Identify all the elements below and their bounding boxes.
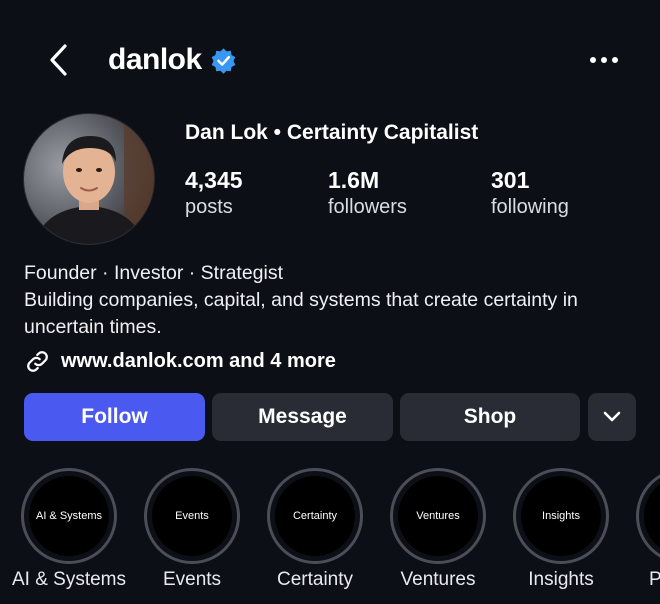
- followers-count: 1.6M: [328, 167, 380, 193]
- bio-description: Building companies, capital, and systems…: [24, 289, 578, 338]
- suggested-dropdown-button[interactable]: [588, 393, 636, 441]
- highlight-ring: AI & Systems: [21, 468, 117, 564]
- profile-header: danlok: [0, 0, 660, 118]
- highlight-label: Certainty: [276, 569, 354, 590]
- highlight-label: Insights: [528, 569, 594, 590]
- highlight-label: P: [649, 569, 660, 590]
- highlight-insights[interactable]: Insights: [513, 468, 609, 564]
- username: danlok: [108, 43, 202, 76]
- chevron-left-icon: [50, 44, 67, 76]
- highlight-cover-text: Ventures: [398, 476, 478, 556]
- back-button[interactable]: [38, 38, 78, 82]
- highlight-label: Ventures: [400, 569, 476, 590]
- more-horizontal-icon: [590, 57, 618, 63]
- posts-count: 4,345: [185, 167, 243, 193]
- avatar[interactable]: [23, 113, 155, 245]
- highlight-ring: Ventures: [390, 468, 486, 564]
- highlight-partial[interactable]: [636, 468, 660, 564]
- chevron-down-icon: [603, 411, 621, 422]
- highlight-certainty[interactable]: Certainty: [267, 468, 363, 564]
- following-label: following: [491, 196, 569, 218]
- highlight-cover-text: AI & Systems: [29, 476, 109, 556]
- highlight-ring: [636, 468, 660, 564]
- follow-button[interactable]: Follow: [24, 393, 205, 441]
- shop-button[interactable]: Shop: [400, 393, 580, 441]
- posts-label: posts: [185, 196, 233, 218]
- external-link[interactable]: www.danlok.com and 4 more: [24, 346, 336, 376]
- display-name: Dan Lok • Certainty Capitalist: [185, 121, 479, 144]
- following-stat[interactable]: 301 following: [491, 166, 569, 220]
- username-row: danlok: [108, 38, 237, 82]
- highlight-cover-text: Events: [152, 476, 232, 556]
- bio-roles: Founder · Investor · Strategist: [24, 262, 284, 284]
- highlight-label: AI & Systems: [11, 569, 127, 590]
- more-options-button[interactable]: [584, 40, 624, 80]
- posts-stat[interactable]: 4,345 posts: [185, 166, 243, 220]
- followers-stat[interactable]: 1.6M followers: [328, 166, 407, 220]
- highlight-ventures[interactable]: Ventures: [390, 468, 486, 564]
- highlight-ring: Insights: [513, 468, 609, 564]
- highlight-cover-text: Certainty: [275, 476, 355, 556]
- highlight-cover-text: [644, 476, 660, 556]
- highlight-ai-systems[interactable]: AI & Systems: [21, 468, 117, 564]
- highlight-ring: Certainty: [267, 468, 363, 564]
- highlight-ring: Events: [144, 468, 240, 564]
- highlight-cover-text: Insights: [521, 476, 601, 556]
- followers-label: followers: [328, 196, 407, 218]
- verified-badge-icon: [210, 47, 237, 74]
- highlight-events[interactable]: Events: [144, 468, 240, 564]
- highlight-label: Events: [162, 569, 222, 590]
- link-icon: [27, 350, 48, 372]
- following-count: 301: [491, 167, 530, 193]
- link-text: www.danlok.com and 4 more: [61, 349, 336, 372]
- bio: Founder · Investor · Strategist Building…: [24, 260, 644, 341]
- message-button[interactable]: Message: [212, 393, 393, 441]
